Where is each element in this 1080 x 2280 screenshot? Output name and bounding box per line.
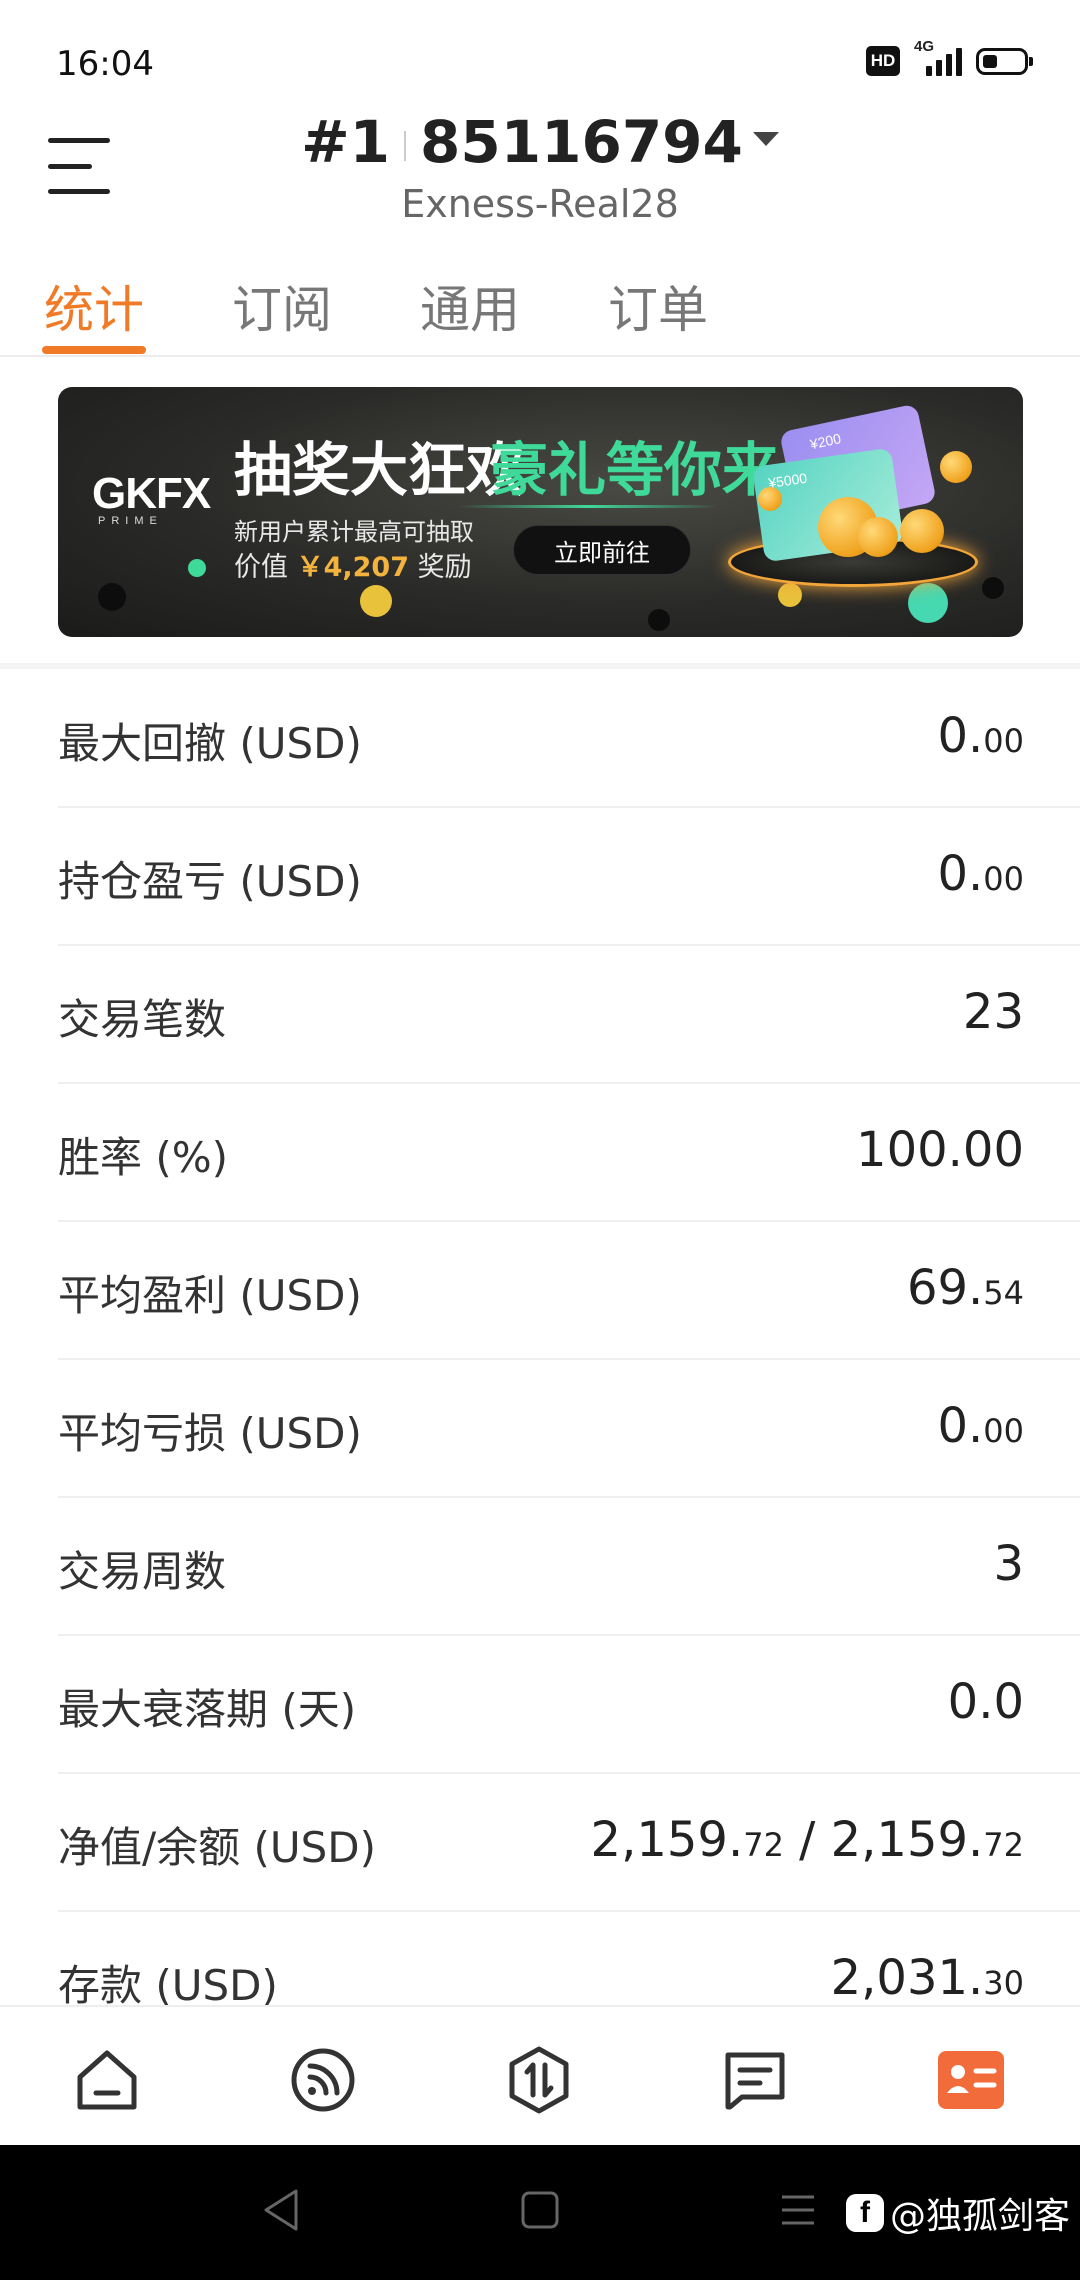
banner-amount: ￥4,207 xyxy=(296,552,409,583)
decor-ball xyxy=(648,609,670,631)
bottom-nav xyxy=(0,2005,1080,2145)
stat-label: 交易笔数 xyxy=(58,995,227,1044)
account-selector[interactable]: #1 85116794 xyxy=(0,108,1080,176)
stat-label: 最大衰落期 (天) xyxy=(58,1685,357,1734)
status-icons: HD 4G xyxy=(866,38,1033,76)
statistics-list: 最大回撤 (USD) 0.00 持仓盈亏 (USD) 0.00 交易笔数 23 … xyxy=(58,670,1080,2005)
brand-logo-sub: PRIME xyxy=(98,515,163,527)
recents-icon[interactable] xyxy=(778,2185,818,2235)
stat-row-max-decline-period: 最大衰落期 (天) 0.0 xyxy=(58,1636,1080,1774)
stat-label: 持仓盈亏 (USD) xyxy=(58,857,362,906)
coin-icon xyxy=(758,487,782,511)
stat-row-open-pnl: 持仓盈亏 (USD) 0.00 xyxy=(58,808,1080,946)
nav-feed[interactable] xyxy=(288,2045,358,2115)
decor-ball xyxy=(98,583,126,611)
stat-label: 净值/余额 (USD) xyxy=(58,1823,377,1872)
account-prefix: #1 xyxy=(301,108,391,176)
network-type-label: 4G xyxy=(914,38,935,55)
tab-orders[interactable]: 订单 xyxy=(608,270,708,342)
stat-row-equity-balance: 净值/余额 (USD) 2,159.72 / 2,159.72 xyxy=(58,1774,1080,1912)
watermark-text: @独孤剑客 xyxy=(889,2196,1070,2237)
battery-icon xyxy=(976,47,1033,75)
stat-value: 0.0 xyxy=(947,1674,1024,1730)
signal-icon: 4G xyxy=(914,38,962,76)
watermark-logo-icon: f xyxy=(845,2194,884,2232)
banner-line2-prefix: 价值 xyxy=(234,552,288,583)
trade-icon xyxy=(509,2046,569,2114)
stat-value: 69.54 xyxy=(906,1260,1024,1316)
tab-statistics[interactable]: 统计 xyxy=(44,270,144,342)
status-time: 16:04 xyxy=(56,44,154,84)
decor-ball xyxy=(360,585,392,617)
stat-label: 平均盈利 (USD) xyxy=(58,1271,362,1320)
profile-card-icon xyxy=(938,2051,1004,2109)
stat-row-max-drawdown: 最大回撤 (USD) 0.00 xyxy=(58,670,1080,808)
stat-label: 存款 (USD) xyxy=(58,1961,278,2005)
promo-banner[interactable]: GKFX PRIME 抽奖大狂欢 豪礼等你来 新用户累计最高可抽取 价值 ￥4,… xyxy=(58,387,1023,637)
coin-icon xyxy=(900,509,944,553)
stat-row-deposit: 存款 (USD) 2,031.30 xyxy=(58,1912,1080,2005)
gift-card-small-label: ¥200 xyxy=(808,430,843,453)
banner-line2-suffix: 奖励 xyxy=(417,552,472,583)
coin-icon xyxy=(940,451,972,483)
stat-value: 23 xyxy=(962,984,1024,1040)
decor-ball xyxy=(982,577,1004,599)
watermark: f @独孤剑客 xyxy=(845,2187,1070,2239)
stat-value: 0.00 xyxy=(937,1398,1024,1454)
banner-headline: 抽奖大狂欢 xyxy=(234,436,525,504)
feed-icon xyxy=(291,2048,355,2112)
banner-line2: 价值 ￥4,207 奖励 xyxy=(234,545,472,584)
stat-value: 100.00 xyxy=(856,1122,1024,1178)
tab-bar: 统计 订阅 通用 订单 xyxy=(0,262,1080,357)
nav-messages[interactable] xyxy=(720,2045,790,2115)
stat-row-avg-loss: 平均亏损 (USD) 0.00 xyxy=(58,1360,1080,1498)
home-button-icon[interactable] xyxy=(518,2185,562,2235)
status-bar: 16:04 HD 4G xyxy=(0,0,1080,110)
server-name: Exness-Real28 xyxy=(401,182,679,226)
stat-row-trading-weeks: 交易周数 3 xyxy=(58,1498,1080,1636)
stat-value: 0.00 xyxy=(937,846,1024,902)
banner-cta-button[interactable]: 立即前往 xyxy=(513,525,691,575)
message-icon xyxy=(725,2052,785,2110)
stat-value: 3 xyxy=(993,1536,1024,1592)
active-tab-indicator xyxy=(42,346,146,354)
back-icon[interactable] xyxy=(258,2185,304,2235)
stat-value: 0.00 xyxy=(937,708,1024,764)
decor-ball xyxy=(188,559,206,577)
brand-logo: GKFX xyxy=(92,469,211,518)
nav-home[interactable] xyxy=(72,2045,142,2115)
stat-row-win-rate: 胜率 (%) 100.00 xyxy=(58,1084,1080,1222)
decor-ball xyxy=(778,583,802,607)
stat-value: 2,031.30 xyxy=(830,1950,1024,2005)
stat-row-trade-count: 交易笔数 23 xyxy=(58,946,1080,1084)
account-number: 85116794 xyxy=(420,108,743,176)
account-separator xyxy=(404,130,407,161)
stat-label: 胜率 (%) xyxy=(58,1133,229,1182)
stat-label: 平均亏损 (USD) xyxy=(58,1409,362,1458)
stat-label: 交易周数 xyxy=(58,1547,227,1596)
stat-row-avg-profit: 平均盈利 (USD) 69.54 xyxy=(58,1222,1080,1360)
stat-value: 2,159.72 / 2,159.72 xyxy=(590,1812,1024,1868)
headline-underline xyxy=(458,505,718,508)
banner-line1: 新用户累计最高可抽取 xyxy=(234,518,474,546)
tab-general[interactable]: 通用 xyxy=(420,270,520,342)
banner-headline-accent: 豪礼等你来 xyxy=(490,436,781,504)
hd-icon: HD xyxy=(866,46,900,76)
tab-subscribe[interactable]: 订阅 xyxy=(232,270,332,342)
nav-profile[interactable] xyxy=(936,2045,1006,2115)
decor-ball xyxy=(908,583,948,623)
section-divider xyxy=(0,663,1080,669)
system-nav-bar: f @独孤剑客 xyxy=(0,2145,1080,2280)
home-icon xyxy=(77,2050,137,2110)
stat-label: 最大回撤 (USD) xyxy=(58,719,362,768)
coin-icon xyxy=(858,517,898,557)
nav-trade[interactable] xyxy=(504,2045,574,2115)
dropdown-caret-icon xyxy=(752,131,779,146)
